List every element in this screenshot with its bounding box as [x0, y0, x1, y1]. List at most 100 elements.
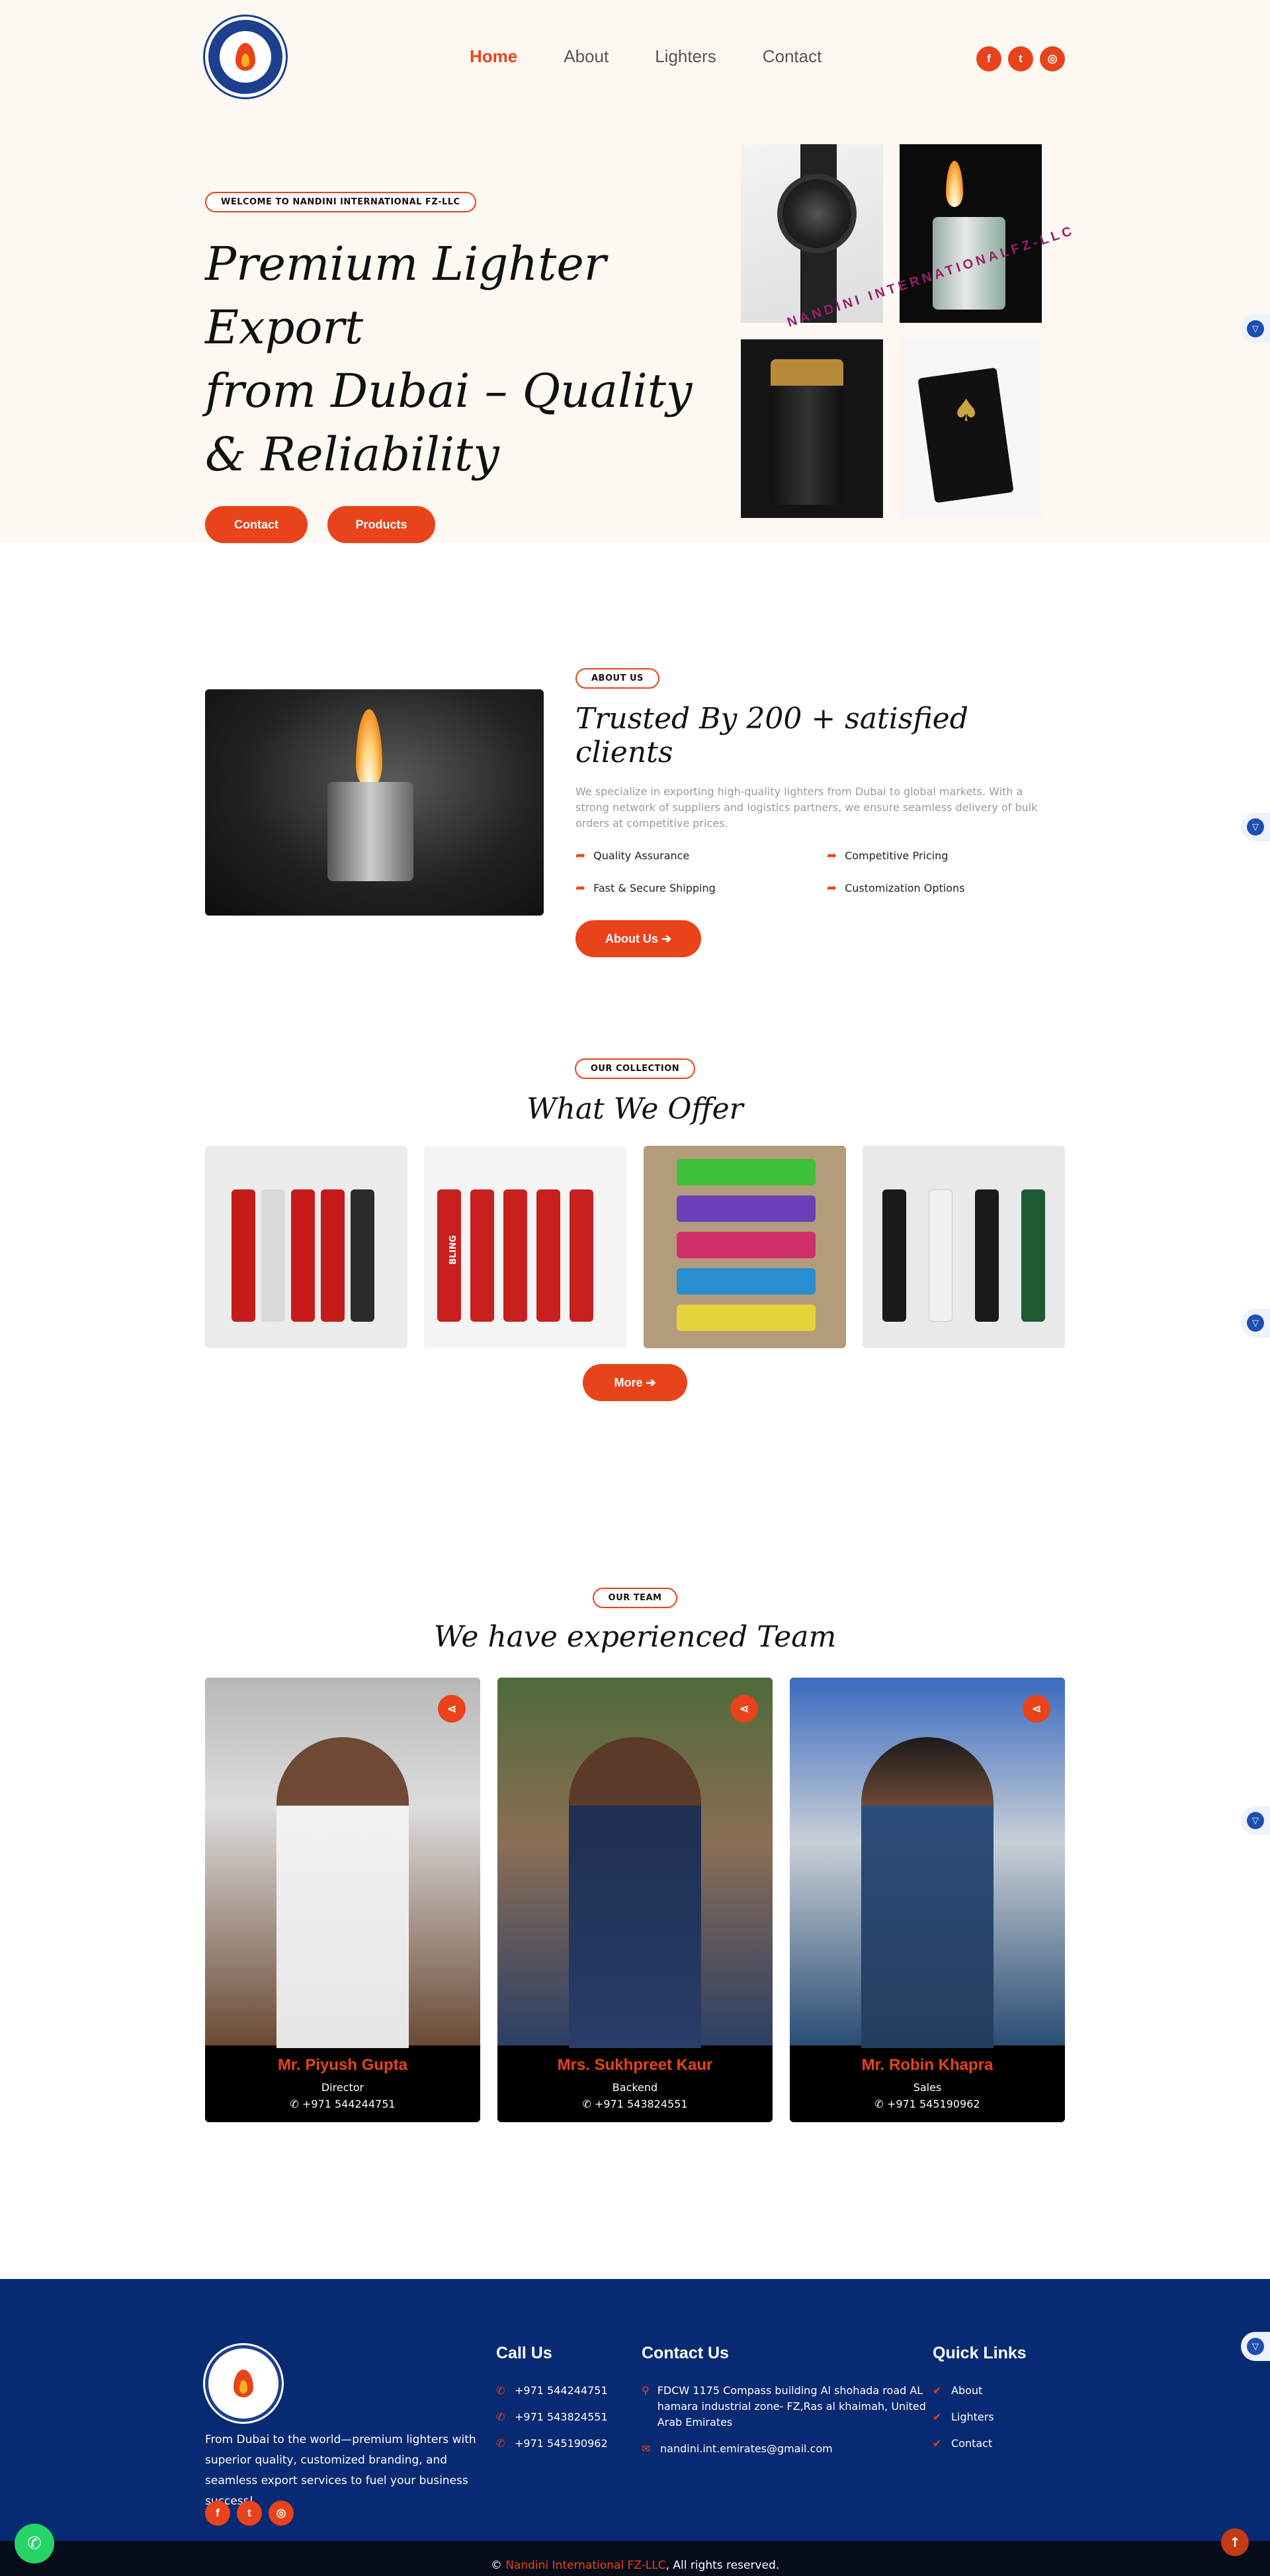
- bling-lighters-image[interactable]: BLING: [424, 1146, 627, 1348]
- envelope-icon: ✉: [642, 2442, 651, 2455]
- footer-social-links: f t ◎: [205, 2501, 294, 2526]
- flame-graphic: [356, 709, 382, 789]
- call-us-heading: Call Us: [496, 2344, 552, 2362]
- hero-title-line3: & Reliability: [205, 427, 499, 482]
- team-card-info: Mr. Piyush Gupta Director ✆ +971 5442447…: [205, 2045, 480, 2110]
- colorful-lighters-image[interactable]: [643, 1146, 846, 1348]
- collection-badge: OUR COLLECTION: [574, 1058, 696, 1079]
- twitter-icon[interactable]: t: [237, 2501, 262, 2526]
- watch-face: [777, 174, 857, 253]
- phone-number: +971 544244751: [515, 2384, 608, 2397]
- feature-label: Customization Options: [845, 882, 965, 894]
- phone-number: +971 543824551: [515, 2411, 608, 2423]
- flame-graphic: [946, 161, 963, 207]
- about-description: We specialize in exporting high-quality …: [575, 785, 1038, 830]
- more-button[interactable]: More ➔: [583, 1364, 687, 1401]
- footer-logo[interactable]: [205, 2345, 282, 2422]
- accessibility-widget-icon[interactable]: ▽: [1241, 314, 1270, 343]
- hero-image-grid: ♠ NANDINI INTERNATIONALFZ-LLC: [741, 144, 1077, 518]
- arrow-icon: ➦: [827, 881, 837, 895]
- about-us-button[interactable]: About Us ➔: [575, 920, 701, 957]
- facebook-icon[interactable]: f: [976, 46, 1001, 71]
- copyright-icon: ©: [490, 2559, 502, 2572]
- footer-about-text: From Dubai to the world—premium lighters…: [205, 2433, 476, 2508]
- whatsapp-icon[interactable]: ✆: [15, 2524, 54, 2563]
- nav-about[interactable]: About: [564, 46, 609, 67]
- quick-links-heading: Quick Links: [933, 2344, 1027, 2362]
- contact-us-heading: Contact Us: [642, 2344, 729, 2362]
- feature-item: ➦ Quality Assurance: [575, 849, 827, 863]
- site-header: Home About Lighters Contact f t ◎: [205, 0, 1065, 116]
- copyright-bar: © Nandini International FZ-LLC , All rig…: [0, 2541, 1270, 2576]
- feature-label: Quality Assurance: [593, 849, 690, 862]
- check-icon: ✔: [933, 2411, 942, 2423]
- share-icon[interactable]: ⋖: [1023, 1695, 1050, 1723]
- footer-link-lighters[interactable]: ✔ Lighters: [933, 2409, 1065, 2425]
- twitter-icon[interactable]: t: [1008, 46, 1033, 71]
- nav-lighters[interactable]: Lighters: [655, 46, 716, 67]
- zippo-body: [327, 782, 413, 881]
- phone-icon: ✆: [496, 2384, 505, 2397]
- hero-title-line1: Premium Lighter Export: [205, 237, 607, 355]
- footer-phone[interactable]: ✆ +971 543824551: [496, 2409, 628, 2425]
- nav-home[interactable]: Home: [470, 46, 517, 67]
- footer-phone[interactable]: ✆ +971 545190962: [496, 2436, 628, 2452]
- gold-lighter-image: [741, 339, 883, 518]
- instagram-icon[interactable]: ◎: [1040, 46, 1065, 71]
- accessibility-widget-icon[interactable]: ▽: [1241, 812, 1270, 841]
- team-card-info: Mr. Robin Khapra Sales ✆ +971 545190962: [790, 2045, 1065, 2110]
- team-member-phone[interactable]: ✆ +971 544244751: [205, 2098, 480, 2110]
- contact-button[interactable]: Contact: [205, 506, 308, 543]
- copyright-brand-link[interactable]: Nandini International FZ-LLC: [505, 2559, 665, 2572]
- feature-item: ➦ Fast & Secure Shipping: [575, 881, 827, 895]
- about-lighter-image: [205, 689, 544, 916]
- back-to-top-icon[interactable]: ↑: [1221, 2528, 1249, 2556]
- zippo-lighter-image: [900, 144, 1042, 323]
- hero-content: WELCOME TO NANDINI INTERNATIONAL FZ-LLC …: [205, 192, 708, 543]
- arrow-icon: ➦: [575, 849, 586, 863]
- link-label: Lighters: [951, 2411, 994, 2423]
- arrow-icon: ➦: [575, 881, 586, 895]
- products-button[interactable]: Products: [327, 506, 435, 543]
- logo-emblem: [220, 31, 271, 83]
- accessibility-widget-icon[interactable]: ▽: [1241, 1806, 1270, 1835]
- collection-section: OUR COLLECTION What We Offer BLING More …: [205, 999, 1065, 1492]
- card-lighter-body: [917, 367, 1014, 503]
- logo-emblem: [220, 2360, 267, 2407]
- header-social-links: f t ◎: [976, 46, 1065, 71]
- instagram-icon[interactable]: ◎: [269, 2501, 294, 2526]
- footer-call-us: Call Us ✆ +971 544244751 ✆ +971 543824551 …: [496, 2344, 628, 2462]
- check-icon: ✔: [933, 2384, 942, 2397]
- phone-icon: ✆: [496, 2437, 505, 2450]
- facebook-icon[interactable]: f: [205, 2501, 230, 2526]
- person-silhouette: [276, 1737, 409, 2048]
- team-card: ⋖ Mr. Piyush Gupta Director ✆ +971 54424…: [205, 1678, 480, 2122]
- team-member-phone[interactable]: ✆ +971 545190962: [790, 2098, 1065, 2110]
- team-member-phone[interactable]: ✆ +971 543824551: [497, 2098, 773, 2110]
- phone-icon: ✆: [874, 2098, 887, 2110]
- share-icon[interactable]: ⋖: [730, 1695, 758, 1723]
- email-text: nandini.int.emirates@gmail.com: [660, 2442, 833, 2455]
- team-member-role: Sales: [913, 2081, 942, 2094]
- site-footer: ▽ From Dubai to the world—premium lighte…: [0, 2279, 1270, 2576]
- team-member-name: Mr. Piyush Gupta: [277, 2056, 408, 2074]
- accessibility-widget-icon[interactable]: ▽: [1241, 2332, 1270, 2361]
- link-label: Contact: [951, 2437, 993, 2450]
- accessibility-widget-icon[interactable]: ▽: [1241, 1309, 1270, 1338]
- footer-email[interactable]: ✉ nandini.int.emirates@gmail.com: [642, 2441, 926, 2457]
- feature-label: Fast & Secure Shipping: [593, 882, 716, 894]
- gold-lighter-body: [771, 359, 843, 505]
- share-icon[interactable]: ⋖: [438, 1695, 466, 1723]
- hero-buttons: Contact Products: [205, 506, 708, 543]
- nav-contact[interactable]: Contact: [763, 46, 822, 67]
- footer-link-about[interactable]: ✔ About: [933, 2383, 1065, 2399]
- feature-item: ➦ Competitive Pricing: [827, 849, 1038, 863]
- football-club-lighters-image[interactable]: [862, 1146, 1065, 1348]
- footer-link-contact[interactable]: ✔ Contact: [933, 2436, 1065, 2452]
- team-member-photo: ⋖: [497, 1678, 773, 2048]
- footer-phone[interactable]: ✆ +971 544244751: [496, 2383, 628, 2399]
- site-logo[interactable]: [205, 17, 286, 97]
- team-cards: ⋖ Mr. Piyush Gupta Director ✆ +971 54424…: [205, 1678, 1065, 2122]
- ferrari-lighters-image[interactable]: [205, 1146, 407, 1348]
- location-pin-icon: ⚲: [642, 2384, 650, 2397]
